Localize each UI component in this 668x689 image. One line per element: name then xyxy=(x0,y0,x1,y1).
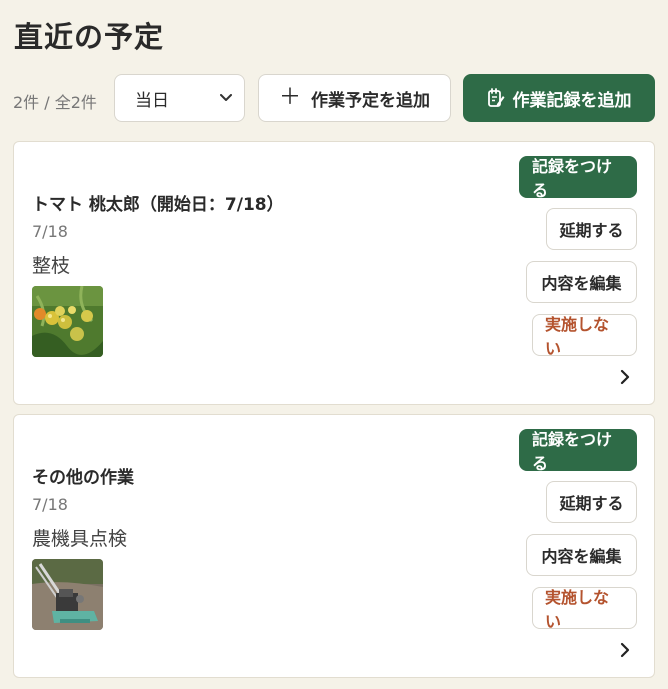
result-count: 2件 / 全2件 xyxy=(13,93,97,112)
schedule-card[interactable]: その他の作業 7/18 農機具点検 記録をつける 延期する 内容を編集 実施しな… xyxy=(13,414,655,678)
chevron-right-icon[interactable] xyxy=(618,368,632,386)
plus-icon: ＋ xyxy=(278,85,301,110)
edit-note-icon xyxy=(487,88,505,108)
page-title: 直近の予定 xyxy=(14,20,165,54)
tomato-photo[interactable] xyxy=(32,286,103,357)
record-button[interactable]: 記録をつける xyxy=(519,156,637,200)
edit-button[interactable]: 内容を編集 xyxy=(526,534,637,576)
edit-button[interactable]: 内容を編集 xyxy=(526,261,637,303)
card-title: その他の作業 xyxy=(32,468,134,488)
chevron-right-icon[interactable] xyxy=(618,641,632,659)
add-record-button[interactable]: 作業記録を追加 xyxy=(463,74,655,122)
chevron-down-icon xyxy=(220,94,232,101)
skip-button[interactable]: 実施しない xyxy=(532,314,637,358)
schedule-card[interactable]: トマト 桃太郎（開始日：7/18） 7/18 整枝 記録をつける 延期する 内容… xyxy=(13,141,655,405)
card-title: トマト 桃太郎（開始日：7/18） xyxy=(32,195,284,215)
date-filter-select[interactable]: 当日 xyxy=(114,74,245,122)
record-button[interactable]: 記録をつける xyxy=(519,429,637,473)
card-task: 農機具点検 xyxy=(32,528,128,550)
add-record-label: 作業記録を追加 xyxy=(512,90,632,111)
add-plan-label: 作業予定を追加 xyxy=(311,90,430,111)
card-date: 7/18 xyxy=(32,222,68,241)
machine-photo[interactable] xyxy=(32,559,103,630)
skip-button[interactable]: 実施しない xyxy=(532,587,637,631)
postpone-button[interactable]: 延期する xyxy=(546,208,637,250)
date-filter-value: 当日 xyxy=(135,90,169,111)
postpone-button[interactable]: 延期する xyxy=(546,481,637,523)
add-plan-button[interactable]: ＋ 作業予定を追加 xyxy=(258,74,451,122)
card-date: 7/18 xyxy=(32,495,68,514)
card-task: 整枝 xyxy=(32,255,71,277)
